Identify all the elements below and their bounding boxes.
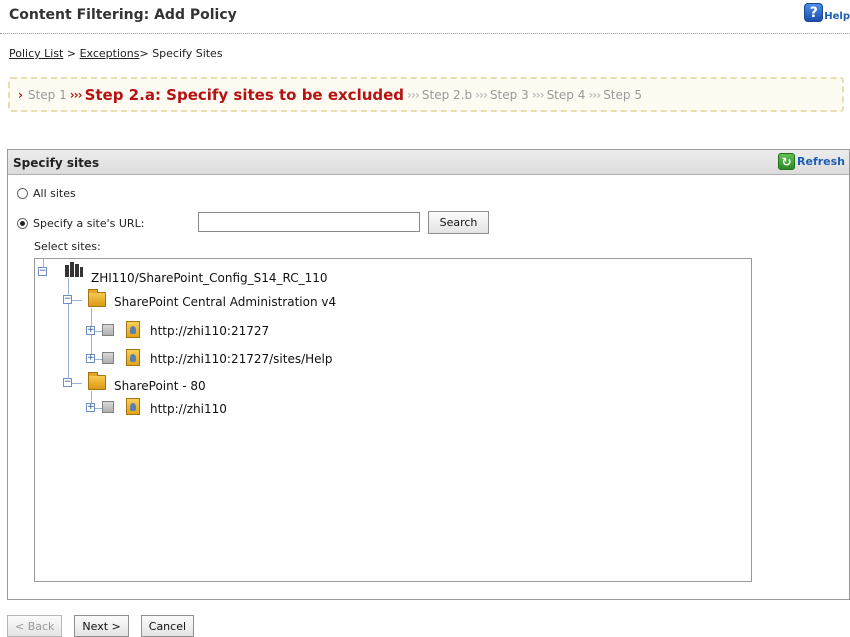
panel-header: Specify sites ↻ Refresh: [8, 150, 849, 175]
web-application-folder-icon: [88, 289, 106, 307]
refresh-label: Refresh: [797, 155, 845, 168]
site-url-input[interactable]: [198, 212, 420, 232]
wizard-steps: › Step 1 ››› Step 2.a: Specify sites to …: [8, 77, 844, 112]
tree-node-farm[interactable]: ZHI110/SharePoint_Config_S14_RC_110: [91, 271, 328, 285]
wizard-step-5: Step 5: [603, 87, 642, 102]
site-tree[interactable]: − ZHI110/SharePoint_Config_S14_RC_110 − …: [34, 258, 752, 582]
specify-url-radio[interactable]: [17, 218, 28, 229]
tree-node-site[interactable]: http://zhi110:21727: [150, 324, 269, 338]
next-button[interactable]: Next >: [74, 615, 129, 637]
help-link[interactable]: ? Help: [804, 3, 850, 22]
panel-title: Specify sites: [13, 156, 100, 170]
site-checkbox[interactable]: [102, 324, 114, 336]
breadcrumb-policy-list[interactable]: Policy List: [9, 47, 63, 60]
tree-node-web-app[interactable]: SharePoint Central Administration v4: [114, 295, 336, 309]
specify-url-label: Specify a site's URL:: [33, 217, 145, 230]
select-sites-label: Select sites:: [34, 240, 101, 253]
step-separator-icon: ›››: [69, 87, 83, 102]
wizard-step-2b: Step 2.b: [421, 87, 473, 102]
expand-site-icon[interactable]: +: [86, 354, 95, 363]
specify-sites-panel: Specify sites ↻ Refresh All sites Specif…: [7, 149, 850, 600]
web-application-folder-icon: [88, 372, 106, 390]
collapse-web-app-icon[interactable]: −: [63, 378, 72, 387]
help-label: Help: [824, 11, 850, 22]
refresh-button[interactable]: ↻ Refresh: [778, 153, 845, 170]
tree-node-site[interactable]: http://zhi110: [150, 402, 227, 416]
collapse-web-app-icon[interactable]: −: [63, 295, 72, 304]
wizard-step-4: Step 4: [546, 87, 586, 102]
site-collection-icon: [126, 321, 140, 338]
refresh-icon: ↻: [778, 153, 796, 170]
all-sites-radio[interactable]: [17, 188, 28, 199]
wizard-navigation: < Back Next > Cancel: [7, 615, 206, 637]
breadcrumb: Policy List > Exceptions> Specify Sites: [9, 47, 223, 60]
step-separator-icon: ›››: [475, 87, 488, 102]
breadcrumb-separator: >: [139, 47, 153, 60]
server-farm-icon: [65, 262, 83, 277]
cancel-button[interactable]: Cancel: [140, 615, 195, 637]
breadcrumb-separator: >: [63, 47, 80, 60]
collapse-farm-icon[interactable]: −: [38, 267, 47, 276]
all-sites-option[interactable]: All sites: [17, 187, 76, 200]
site-checkbox[interactable]: [102, 352, 114, 364]
step-separator-icon: ›››: [588, 87, 601, 102]
help-icon: ?: [804, 3, 824, 22]
site-checkbox[interactable]: [102, 401, 114, 413]
specify-url-option[interactable]: Specify a site's URL:: [17, 217, 144, 230]
wizard-step-2a: Step 2.a: Specify sites to be excluded: [84, 85, 405, 104]
breadcrumb-exceptions[interactable]: Exceptions: [80, 47, 140, 60]
all-sites-label: All sites: [33, 187, 76, 200]
expand-site-icon[interactable]: +: [86, 403, 95, 412]
site-collection-icon: [126, 349, 140, 366]
search-button[interactable]: Search: [428, 211, 489, 234]
wizard-step-1: Step 1: [27, 87, 67, 102]
expand-site-icon[interactable]: +: [86, 326, 95, 335]
step-separator-icon: ›››: [531, 87, 545, 102]
tree-node-site[interactable]: http://zhi110:21727/sites/Help: [150, 352, 333, 366]
back-button[interactable]: < Back: [7, 615, 63, 637]
tree-node-web-app[interactable]: SharePoint - 80: [114, 379, 206, 393]
title-bar: Content Filtering: Add Policy ? Help: [0, 0, 850, 34]
site-collection-icon: [126, 398, 140, 415]
breadcrumb-current: Specify Sites: [152, 47, 223, 60]
step-separator-icon: ›››: [407, 87, 420, 102]
wizard-step-3: Step 3: [489, 87, 529, 102]
page-title: Content Filtering: Add Policy: [9, 7, 237, 23]
current-step-arrow-icon: ›: [18, 87, 23, 102]
